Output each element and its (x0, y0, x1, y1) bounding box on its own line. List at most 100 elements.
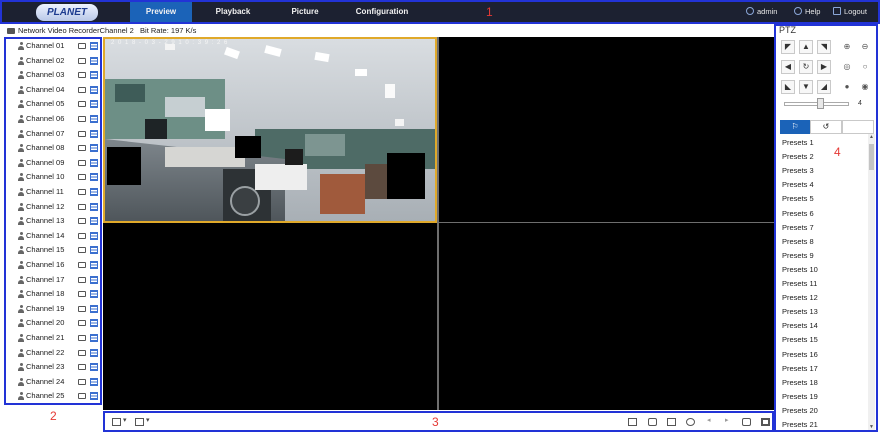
next-page-icon[interactable]: ▸ (725, 416, 729, 424)
channel-record-icon[interactable] (78, 262, 86, 268)
preset-list-item[interactable]: Presets 8 (782, 235, 814, 249)
patrol-tab[interactable]: ↺ (810, 120, 842, 134)
channel-stream-icon[interactable] (90, 129, 98, 138)
channel-stream-icon[interactable] (90, 144, 98, 153)
logout-link[interactable]: Logout (833, 2, 867, 22)
channel-record-icon[interactable] (78, 335, 86, 341)
pattern-tab[interactable] (842, 120, 874, 134)
channel-record-icon[interactable] (78, 189, 86, 195)
ptz-down-right-button[interactable]: ◢ (817, 80, 831, 94)
channel-stream-icon[interactable] (90, 377, 98, 386)
ptz-down-left-button[interactable]: ◣ (781, 80, 795, 94)
preset-list-item[interactable]: Presets 20 (782, 404, 818, 418)
iris-open-icon[interactable]: ● (840, 80, 854, 94)
preset-list-item[interactable]: Presets 10 (782, 263, 818, 277)
channel-stream-icon[interactable] (90, 246, 98, 255)
channel-record-icon[interactable] (78, 364, 86, 371)
channel-record-icon[interactable] (78, 203, 86, 210)
channel-stream-icon[interactable] (90, 115, 98, 123)
channel-record-icon[interactable] (78, 116, 86, 122)
preset-list-item[interactable]: Presets 7 (782, 221, 814, 235)
preset-list-item[interactable]: Presets 18 (782, 376, 818, 390)
channel-list-item[interactable]: Channel 14 (6, 229, 100, 244)
channel-record-icon[interactable] (78, 291, 86, 298)
channel-stream-icon[interactable] (90, 42, 98, 50)
channel-stream-icon[interactable] (90, 290, 98, 299)
zoom-icon[interactable] (686, 418, 695, 426)
preset-tab[interactable]: ⚐ (780, 120, 810, 134)
preset-list-item[interactable]: Presets 3 (782, 164, 814, 178)
channel-record-icon[interactable] (78, 232, 86, 239)
channel-list-item[interactable]: Channel 21 (6, 331, 100, 346)
scroll-up-arrow[interactable]: ▲ (868, 134, 875, 140)
preset-list-item[interactable]: Presets 13 (782, 305, 818, 319)
channel-list-item[interactable]: Channel 16 (6, 258, 100, 273)
tab-preview[interactable]: Preview (130, 2, 192, 22)
channel-list-item[interactable]: Channel 17 (6, 273, 100, 288)
record-icon[interactable] (667, 418, 676, 426)
preset-list-item[interactable]: Presets 21 (782, 418, 818, 430)
scroll-thumb[interactable] (869, 144, 874, 170)
preset-list-item[interactable]: Presets 5 (782, 192, 814, 206)
ptz-speed-slider-thumb[interactable] (816, 98, 824, 109)
channel-record-icon[interactable] (78, 218, 86, 225)
video-tile-3[interactable] (103, 223, 437, 410)
channel-record-icon[interactable] (78, 101, 86, 108)
channel-list-item[interactable]: Channel 08 (6, 141, 100, 156)
ptz-left-button[interactable]: ◀ (781, 60, 795, 74)
channel-list-item[interactable]: Channel 20 (6, 316, 100, 331)
channel-list-item[interactable]: Channel 07 (6, 127, 100, 142)
tab-configuration[interactable]: Configuration (344, 2, 420, 22)
tab-playback[interactable]: Playback (202, 2, 264, 22)
ptz-down-button[interactable]: ▼ (799, 80, 813, 94)
preset-list-item[interactable]: Presets 14 (782, 319, 818, 333)
stream-icon[interactable] (135, 418, 144, 426)
channel-record-icon[interactable] (78, 159, 86, 166)
channel-record-icon[interactable] (78, 174, 86, 181)
fullscreen-icon[interactable] (761, 418, 770, 426)
channel-list-item[interactable]: Channel 01 (6, 39, 100, 54)
channel-stream-icon[interactable] (90, 348, 98, 357)
channel-stream-icon[interactable] (90, 85, 98, 94)
channel-stream-icon[interactable] (90, 173, 98, 182)
channel-list-item[interactable]: Channel 04 (6, 83, 100, 98)
channel-record-icon[interactable] (78, 305, 86, 312)
channel-list-item[interactable]: Channel 09 (6, 156, 100, 171)
channel-stream-icon[interactable] (90, 217, 98, 226)
channel-stream-icon[interactable] (90, 275, 98, 284)
channel-record-icon[interactable] (78, 247, 86, 254)
channel-record-icon[interactable] (78, 57, 86, 64)
channel-list-item[interactable]: Channel 10 (6, 170, 100, 185)
channel-list-item[interactable]: Channel 13 (6, 214, 100, 229)
channel-stream-icon[interactable] (90, 100, 98, 109)
video-tile-2[interactable] (439, 37, 774, 222)
channel-list-item[interactable]: Channel 23 (6, 360, 100, 375)
preset-list-scrollbar[interactable]: ▲ ▼ (868, 134, 875, 430)
preset-list-item[interactable]: Presets 19 (782, 390, 818, 404)
channel-stream-icon[interactable] (90, 202, 98, 211)
capture-icon[interactable] (648, 418, 657, 426)
channel-stream-icon[interactable] (90, 158, 98, 167)
channel-list-item[interactable]: Channel 05 (6, 97, 100, 112)
channel-stream-icon[interactable] (90, 334, 98, 342)
ptz-up-left-button[interactable]: ◤ (781, 40, 795, 54)
channel-record-icon[interactable] (78, 145, 86, 152)
video-tile-4[interactable] (439, 223, 774, 410)
channel-list-item[interactable]: Channel 22 (6, 346, 100, 361)
channel-stream-icon[interactable] (90, 319, 98, 328)
channel-record-icon[interactable] (78, 43, 86, 49)
channel-list-item[interactable]: Channel 06 (6, 112, 100, 127)
preset-list-item[interactable]: Presets 2 (782, 150, 814, 164)
channel-list-item[interactable]: Channel 11 (6, 185, 100, 200)
channel-list-item[interactable]: Channel 25 (6, 389, 100, 403)
channel-record-icon[interactable] (78, 393, 86, 400)
channel-record-icon[interactable] (78, 320, 86, 327)
video-grid[interactable]: 2 0 1 8 - 0 3 - 2 9 1 0 : 3 9 : 2 6 (103, 37, 774, 410)
channel-record-icon[interactable] (78, 378, 86, 385)
channel-record-icon[interactable] (78, 86, 86, 93)
channel-stream-icon[interactable] (90, 231, 98, 240)
ptz-auto-rotate-button[interactable]: ↻ (799, 60, 813, 74)
ptz-right-button[interactable]: ▶ (817, 60, 831, 74)
channel-list-item[interactable]: Channel 03 (6, 68, 100, 83)
channel-list-item[interactable]: Channel 12 (6, 200, 100, 215)
